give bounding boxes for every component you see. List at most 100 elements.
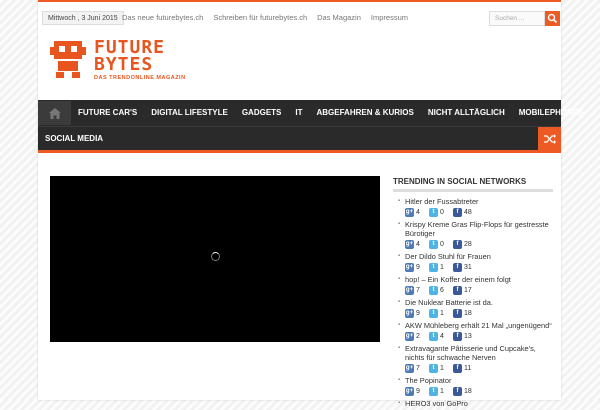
trending-item: ▪ Hitler der Fussabtreter g+ 4 t 0 f 48 (398, 197, 553, 218)
trending-item-link[interactable]: Krispy Kreme Gras Flip-Flops für gestres… (405, 220, 553, 238)
gplus-count: 4 (416, 240, 420, 248)
top-link-write[interactable]: Schreiben für futurebytes.ch (213, 13, 307, 22)
bullet-icon: ▪ (398, 221, 401, 227)
robot-logo-icon (50, 41, 86, 78)
gplus-count: 9 (416, 387, 420, 395)
facebook-count: 48 (464, 208, 472, 216)
nav-item-mobilephones[interactable]: MOBILEPHONES (512, 101, 591, 125)
nav-item-future-cars[interactable]: FUTURE CAR'S (71, 101, 144, 125)
date-display: Mittwoch , 3 Juni 2015 (42, 11, 124, 25)
bullet-icon: ▪ (398, 345, 401, 351)
bullet-icon: ▪ (398, 322, 401, 328)
page-frame: Mittwoch , 3 Juni 2015 Das neue futureby… (38, 0, 584, 408)
nav-item-digital-lifestyle[interactable]: DIGITAL LIFESTYLE (144, 101, 235, 125)
gplus-count: 9 (416, 263, 420, 271)
share-counts: g+ 4 t 0 f 48 (405, 206, 553, 218)
twitter-count: 1 (440, 364, 444, 372)
trending-item-link[interactable]: Hitler der Fussabtreter (405, 197, 553, 206)
bullet-icon: ▪ (398, 253, 401, 259)
trending-item-link[interactable]: HERO3 von GoPro (405, 399, 553, 408)
facebook-icon[interactable]: f (453, 239, 462, 249)
shuffle-icon (543, 133, 556, 144)
twitter-icon[interactable]: t (429, 363, 438, 373)
trending-item-link[interactable]: Extravagante Pâtisserie und Cupcake's, n… (405, 344, 553, 362)
facebook-icon[interactable]: f (453, 207, 462, 217)
twitter-icon[interactable]: t (429, 386, 438, 396)
facebook-icon[interactable]: f (453, 308, 462, 318)
share-counts: g+ 9 t 1 f 18 (405, 307, 553, 319)
googleplus-icon[interactable]: g+ (405, 363, 414, 373)
logo-text-bytes: BYTES (94, 54, 154, 75)
trending-item: ▪ Der Dildo Stuhl für Frauen g+ 9 t 1 f 31 (398, 252, 553, 273)
facebook-count: 18 (464, 309, 472, 317)
gplus-count: 7 (416, 364, 420, 372)
site-logo[interactable]: FUTURE BYTES DAS TRENDONLINE MAGAZIN (50, 39, 190, 87)
facebook-count: 11 (464, 364, 472, 372)
bullet-icon: ▪ (398, 299, 401, 305)
trending-item-link[interactable]: Die Nuklear Batterie ist da. (405, 298, 553, 307)
facebook-count: 13 (464, 332, 472, 340)
search-button[interactable] (545, 11, 560, 26)
googleplus-icon[interactable]: g+ (405, 386, 414, 396)
facebook-icon[interactable]: f (453, 386, 462, 396)
trending-item-link[interactable]: The Popinator (405, 376, 553, 385)
loading-spinner-icon (211, 252, 220, 261)
trending-item-link[interactable]: Der Dildo Stuhl für Frauen (405, 252, 553, 261)
googleplus-icon[interactable]: g+ (405, 308, 414, 318)
trending-widget: TRENDING IN SOCIAL NETWORKS ▪ Hitler der … (393, 176, 553, 410)
twitter-count: 1 (440, 387, 444, 395)
twitter-icon[interactable]: t (429, 331, 438, 341)
googleplus-icon[interactable]: g+ (405, 262, 414, 272)
bullet-icon: ▪ (398, 276, 401, 282)
trending-item-link[interactable]: hop! – Ein Koffer der einem folgt (405, 275, 553, 284)
twitter-icon[interactable]: t (429, 207, 438, 217)
search-icon (547, 13, 558, 24)
bullet-icon: ▪ (398, 400, 401, 406)
bullet-icon: ▪ (398, 377, 401, 383)
share-counts: g+ 2 t 4 f 13 (405, 330, 553, 342)
top-link-magazine[interactable]: Das Magazin (317, 13, 361, 22)
facebook-count: 31 (464, 263, 472, 271)
twitter-count: 0 (440, 240, 444, 248)
logo-tagline: DAS TRENDONLINE MAGAZIN (94, 75, 186, 81)
twitter-count: 1 (440, 263, 444, 271)
trending-item-link[interactable]: AKW Mühleberg erhält 21 Mal „ungenügend“ (405, 321, 553, 330)
facebook-icon[interactable]: f (453, 285, 462, 295)
googleplus-icon[interactable]: g+ (405, 239, 414, 249)
googleplus-icon[interactable]: g+ (405, 207, 414, 217)
share-counts: g+ 7 t 6 f 17 (405, 284, 553, 296)
googleplus-icon[interactable]: g+ (405, 331, 414, 341)
top-link-new[interactable]: Das neue futurebytes.ch (122, 13, 203, 22)
googleplus-icon[interactable]: g+ (405, 285, 414, 295)
nav-item-social-media[interactable]: SOCIAL MEDIA (38, 127, 110, 151)
nav-accent-line (38, 150, 561, 153)
twitter-icon[interactable]: t (429, 239, 438, 249)
nav-item-it[interactable]: IT (288, 101, 309, 125)
top-links: Das neue futurebytes.ch Schreiben für fu… (122, 13, 408, 22)
nav-home[interactable] (38, 101, 71, 125)
trending-item: ▪ Extravagante Pâtisserie und Cupcake's, … (398, 344, 553, 374)
gplus-count: 9 (416, 309, 420, 317)
twitter-icon[interactable]: t (429, 285, 438, 295)
twitter-icon[interactable]: t (429, 308, 438, 318)
trending-list: ▪ Hitler der Fussabtreter g+ 4 t 0 f 48 ▪ Krispy … (393, 197, 553, 408)
trending-item: ▪ hop! – Ein Koffer der einem folgt g+ 7 t 6 f… (398, 275, 553, 296)
search-input[interactable]: Suchen ... (489, 11, 545, 26)
share-counts: g+ 7 t 1 f 11 (405, 362, 553, 374)
facebook-icon[interactable]: f (453, 331, 462, 341)
gplus-count: 2 (416, 332, 420, 340)
random-article-button[interactable] (538, 127, 561, 150)
nav-item-gadgets[interactable]: GADGETS (235, 101, 289, 125)
nav-item-abgefahren[interactable]: ABGEFAHREN & KURIOS (310, 101, 421, 125)
nav-row-1: FUTURE CAR'S DIGITAL LIFESTYLE GADGETS I… (38, 101, 591, 125)
share-counts: g+ 9 t 1 f 18 (405, 385, 553, 397)
facebook-count: 28 (464, 240, 472, 248)
trending-item: ▪ AKW Mühleberg erhält 21 Mal „ungenügend… (398, 321, 553, 342)
video-player[interactable] (50, 176, 380, 342)
facebook-icon[interactable]: f (453, 262, 462, 272)
twitter-icon[interactable]: t (429, 262, 438, 272)
facebook-icon[interactable]: f (453, 363, 462, 373)
main-nav: FUTURE CAR'S DIGITAL LIFESTYLE GADGETS I… (38, 100, 584, 151)
nav-item-nicht-alltaeglich[interactable]: NICHT ALLTÄGLICH (421, 101, 512, 125)
top-link-imprint[interactable]: Impressum (371, 13, 408, 22)
